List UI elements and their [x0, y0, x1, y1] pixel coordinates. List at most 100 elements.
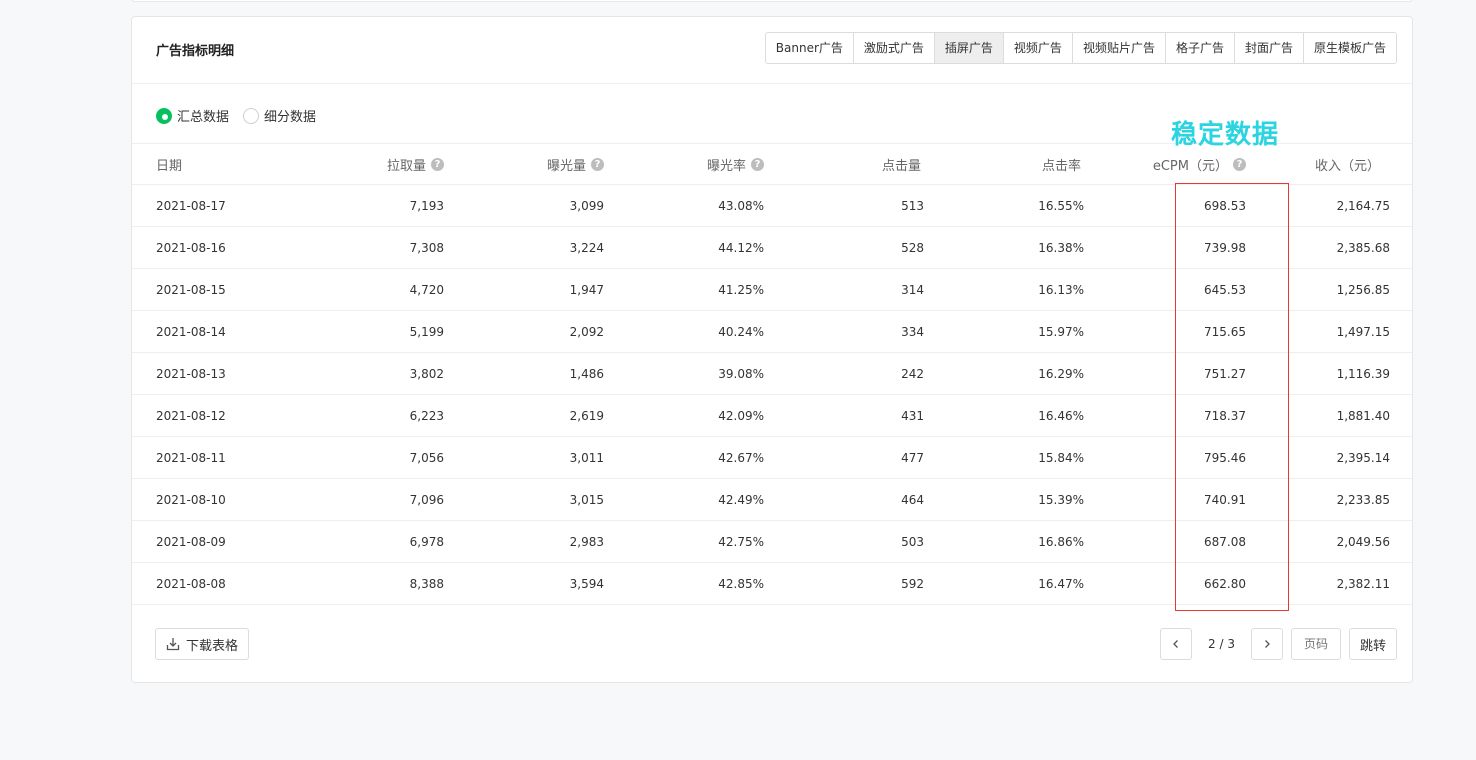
cell-date: 2021-08-16 — [156, 240, 226, 255]
cell-date: 2021-08-12 — [156, 408, 226, 423]
cell-impressions: 3,594 — [569, 576, 604, 591]
header-requests-label: 拉取量 — [386, 158, 426, 174]
table-row: 2021-08-13 3,802 1,486 39.08% 242 16.29% 751.2… — [132, 353, 1412, 395]
cell-ecpm: 698.53 — [1204, 198, 1246, 213]
annotation-label: 稳定数据 — [1171, 120, 1280, 150]
download-table-button[interactable]: 下载表格 — [155, 628, 250, 660]
help-icon[interactable]: ? — [751, 157, 764, 171]
cell-date: 2021-08-10 — [156, 492, 226, 507]
cell-impression-rate: 42.67% — [718, 450, 764, 465]
cell-requests: 7,308 — [409, 240, 444, 255]
prev-page-button[interactable] — [1160, 628, 1193, 660]
cell-revenue: 1,256.85 — [1336, 282, 1390, 297]
cell-requests: 5,199 — [409, 324, 444, 339]
cell-ecpm: 740.91 — [1204, 492, 1246, 507]
page-number-input[interactable] — [1290, 628, 1341, 660]
card-header: 广告指标明细 Banner广告 激励式广告 插屏广告 视频广告 视频贴片广告 格… — [132, 17, 1412, 84]
previous-card — [131, 0, 1413, 2]
cell-revenue: 1,116.39 — [1336, 366, 1390, 381]
cell-ctr: 15.97% — [1038, 324, 1084, 339]
help-icon[interactable]: ? — [1233, 157, 1246, 171]
tab-banner[interactable]: Banner广告 — [765, 33, 853, 63]
cell-clicks: 431 — [901, 408, 924, 423]
cell-revenue: 2,233.85 — [1336, 492, 1390, 507]
cell-ctr: 16.47% — [1038, 576, 1084, 591]
tab-video[interactable]: 视频广告 — [1002, 33, 1072, 63]
header-date-label: 日期 — [156, 158, 183, 174]
header-ecpm-label: eCPM（元） — [1152, 158, 1228, 174]
tab-video-patch[interactable]: 视频贴片广告 — [1071, 33, 1165, 63]
cell-clicks: 592 — [901, 576, 924, 591]
header-ctr-label: 点击率 — [1041, 158, 1081, 174]
radio-summary[interactable]: 汇总数据 — [156, 106, 229, 125]
cell-impression-rate: 42.09% — [718, 408, 764, 423]
cell-ecpm: 645.53 — [1204, 282, 1246, 297]
table-row: 2021-08-11 7,056 3,011 42.67% 477 15.84% 795.4… — [132, 437, 1412, 479]
cell-requests: 7,096 — [409, 492, 444, 507]
cell-clicks: 477 — [901, 450, 924, 465]
ad-metrics-card: 广告指标明细 Banner广告 激励式广告 插屏广告 视频广告 视频贴片广告 格… — [131, 16, 1413, 683]
header-ctr: 点击率 — [924, 144, 1084, 184]
cell-clicks: 513 — [901, 198, 924, 213]
cell-impression-rate: 42.85% — [718, 576, 764, 591]
cell-impressions: 3,015 — [569, 492, 604, 507]
table-row: 2021-08-09 6,978 2,983 42.75% 503 16.86% 687.0… — [132, 521, 1412, 563]
cell-requests: 3,802 — [409, 366, 444, 381]
download-label: 下载表格 — [186, 638, 239, 654]
header-clicks: 点击量 — [764, 144, 924, 184]
cell-clicks: 242 — [901, 366, 924, 381]
cell-requests: 8,388 — [409, 576, 444, 591]
help-icon[interactable]: ? — [431, 157, 444, 171]
cell-revenue: 1,497.15 — [1336, 324, 1390, 339]
cell-date: 2021-08-08 — [156, 576, 226, 591]
cell-date: 2021-08-13 — [156, 366, 226, 381]
radio-summary-label: 汇总数据 — [177, 110, 230, 125]
tab-interstitial[interactable]: 插屏广告 — [933, 33, 1003, 63]
download-icon — [166, 638, 180, 651]
cell-impression-rate: 40.24% — [718, 324, 764, 339]
chevron-right-icon — [1265, 640, 1270, 648]
table-row: 2021-08-17 7,193 3,099 43.08% 513 16.55% 698.5… — [132, 185, 1412, 227]
cell-ctr: 16.38% — [1038, 240, 1084, 255]
cell-ctr: 16.29% — [1038, 366, 1084, 381]
cell-requests: 6,978 — [409, 534, 444, 549]
cell-ctr: 16.86% — [1038, 534, 1084, 549]
next-page-button[interactable] — [1250, 628, 1283, 660]
cell-clicks: 314 — [901, 282, 924, 297]
cell-revenue: 2,049.56 — [1336, 534, 1390, 549]
data-mode-radio-group: 汇总数据 细分数据 — [156, 106, 316, 125]
cell-requests: 7,193 — [409, 198, 444, 213]
cell-ctr: 15.39% — [1038, 492, 1084, 507]
cell-impressions: 2,619 — [569, 408, 604, 423]
table-row: 2021-08-14 5,199 2,092 40.24% 334 15.97% 715.6… — [132, 311, 1412, 353]
cell-revenue: 2,382.11 — [1336, 576, 1390, 591]
cell-requests: 4,720 — [409, 282, 444, 297]
cell-revenue: 2,385.68 — [1336, 240, 1390, 255]
tab-native-template[interactable]: 原生模板广告 — [1302, 33, 1396, 63]
cell-revenue: 1,881.40 — [1336, 408, 1390, 423]
cell-clicks: 464 — [901, 492, 924, 507]
cell-impression-rate: 43.08% — [718, 198, 764, 213]
radio-detail[interactable]: 细分数据 — [243, 106, 316, 125]
header-revenue-label: 收入（元） — [1314, 158, 1380, 174]
cell-ctr: 15.84% — [1038, 450, 1084, 465]
header-date: 日期 — [132, 144, 294, 184]
tab-cover[interactable]: 封面广告 — [1233, 33, 1303, 63]
radio-checked-icon — [156, 107, 172, 124]
ad-type-tabs: Banner广告 激励式广告 插屏广告 视频广告 视频贴片广告 格子广告 封面广… — [764, 32, 1397, 64]
cell-ecpm: 795.46 — [1204, 450, 1246, 465]
metrics-table: 日期 拉取量? 曝光量? 曝光率? 点击量 点击率 eCPM（元）? 收入（元）… — [132, 143, 1412, 605]
cell-requests: 6,223 — [409, 408, 444, 423]
cell-impression-rate: 42.49% — [718, 492, 764, 507]
jump-button[interactable]: 跳转 — [1348, 628, 1397, 660]
help-icon[interactable]: ? — [591, 157, 604, 171]
cell-ecpm: 751.27 — [1204, 366, 1246, 381]
cell-impressions: 2,092 — [569, 324, 604, 339]
tab-grid[interactable]: 格子广告 — [1164, 33, 1234, 63]
cell-impressions: 3,099 — [569, 198, 604, 213]
table-row: 2021-08-12 6,223 2,619 42.09% 431 16.46% 718.3… — [132, 395, 1412, 437]
tab-rewarded[interactable]: 激励式广告 — [852, 33, 934, 63]
cell-impressions: 2,983 — [569, 534, 604, 549]
cell-revenue: 2,164.75 — [1336, 198, 1390, 213]
header-impression-rate: 曝光率? — [604, 144, 764, 184]
